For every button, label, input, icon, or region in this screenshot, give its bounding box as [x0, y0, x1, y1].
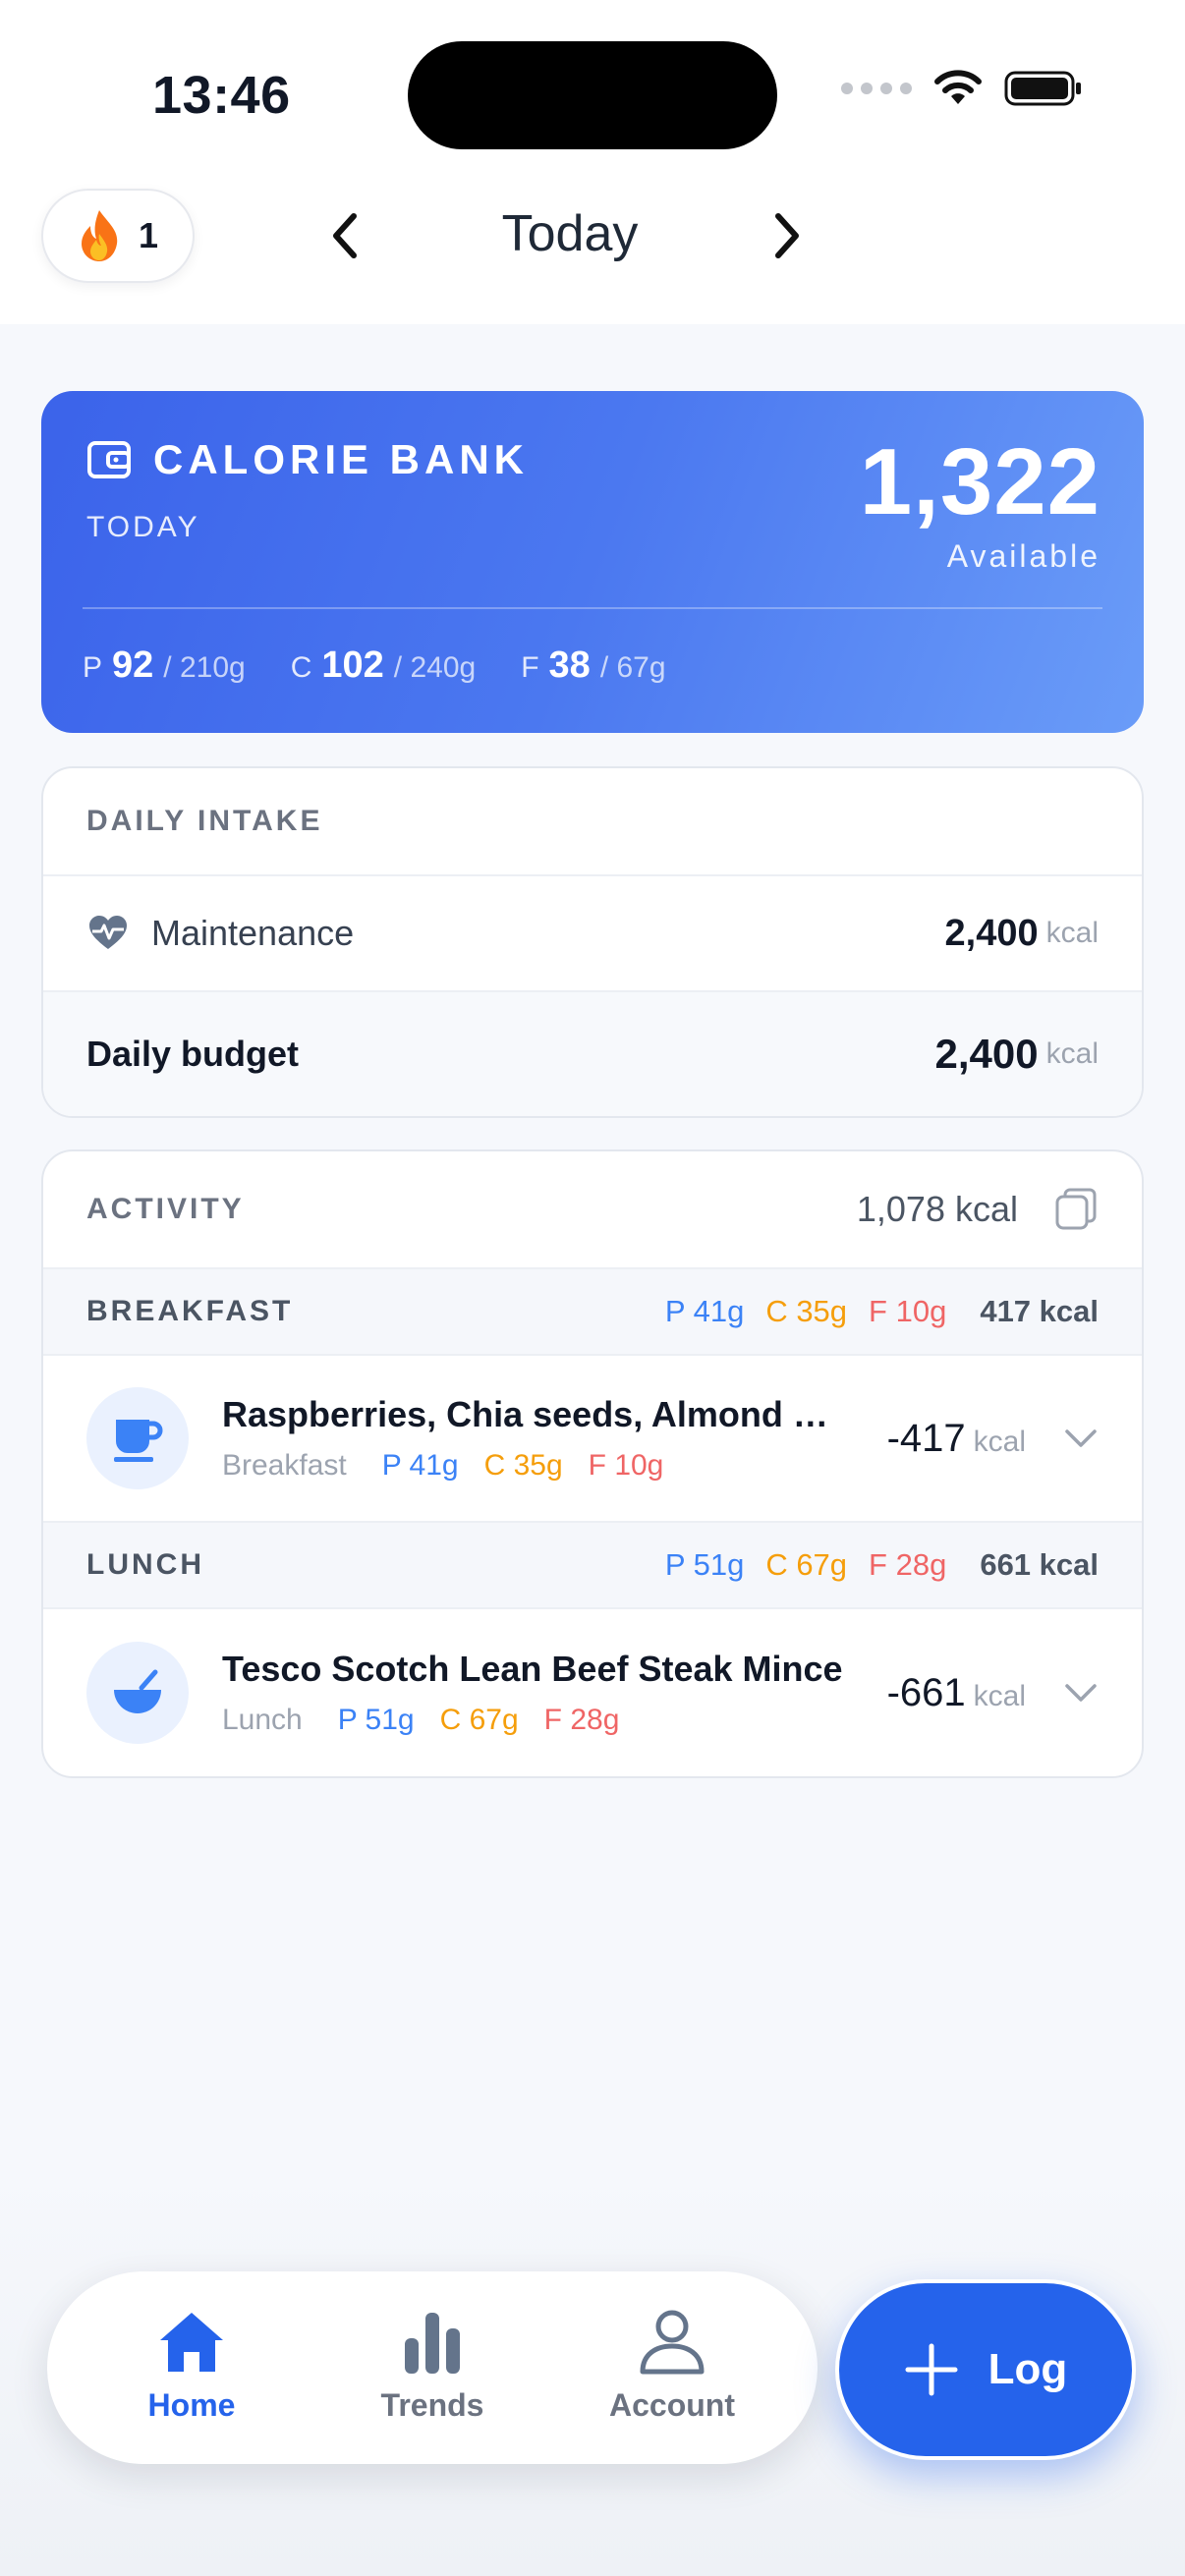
- budget-value: 2,400: [934, 1031, 1039, 1077]
- status-icons: [841, 69, 1083, 108]
- macro-value: 92: [112, 644, 154, 686]
- log-button[interactable]: Log: [835, 2279, 1136, 2460]
- plus-icon: [905, 2343, 958, 2396]
- flame-icon: [81, 210, 118, 261]
- heart-pulse-icon: [89, 916, 127, 949]
- bank-macro-fat: F 38 / 67g: [521, 644, 665, 687]
- daily-budget-row: Daily budget 2,400 kcal: [43, 992, 1142, 1116]
- cup-icon: [86, 1387, 189, 1489]
- tab-home-label: Home: [147, 2387, 236, 2423]
- bank-subtitle: TODAY: [86, 511, 200, 543]
- section-name: LUNCH: [86, 1548, 204, 1581]
- person-icon: [640, 2310, 705, 2375]
- food-meal: Breakfast: [222, 1449, 347, 1482]
- log-label: Log: [988, 2345, 1068, 2393]
- breakfast-section-header: BREAKFAST P 41g C 35g F 10g 417 kcal: [43, 1269, 1142, 1356]
- chevron-down-icon[interactable]: [1063, 1681, 1099, 1705]
- budget-label: Daily budget: [86, 1034, 300, 1074]
- maintenance-row[interactable]: Maintenance 2,400 kcal: [43, 876, 1142, 992]
- macro-value: 38: [548, 644, 591, 686]
- food-fat: F 28g: [543, 1704, 620, 1736]
- home-icon: [160, 2313, 223, 2372]
- food-name: Raspberries, Chia seeds, Almond milk, Pr…: [222, 1394, 851, 1434]
- chevron-right-icon: [775, 213, 799, 258]
- lunch-section-header: LUNCH P 51g C 67g F 28g 661 kcal: [43, 1523, 1142, 1609]
- copy-icon[interactable]: [1053, 1187, 1099, 1232]
- bar-chart-icon: [405, 2313, 460, 2374]
- food-protein: P 41g: [381, 1449, 459, 1482]
- streak-count: 1: [138, 215, 159, 255]
- section-kcal: 661 kcal: [980, 1547, 1099, 1582]
- battery-icon: [1004, 71, 1081, 106]
- wifi-icon: [934, 70, 982, 104]
- section-fat: F 10g: [869, 1294, 947, 1328]
- macro-target: / 210g: [163, 651, 246, 684]
- bowl-icon: [86, 1642, 189, 1744]
- tab-home[interactable]: Home: [103, 2309, 280, 2424]
- dynamic-island: [408, 41, 777, 149]
- bank-macro-protein: P 92 / 210g: [83, 644, 246, 687]
- section-macros: P 51g C 67g F 28g: [665, 1547, 946, 1583]
- tab-trends-label: Trends: [380, 2387, 484, 2423]
- bank-macros: P 92 / 210g C 102 / 240g F 38 / 67g: [83, 644, 666, 687]
- section-fat: F 28g: [869, 1547, 947, 1582]
- bank-divider: [83, 607, 1102, 609]
- macro-target: / 240g: [393, 651, 477, 684]
- maintenance-unit: kcal: [1045, 917, 1099, 949]
- maintenance-value: 2,400: [944, 912, 1039, 954]
- next-day-button[interactable]: [757, 206, 816, 265]
- macro-target: / 67g: [599, 651, 666, 684]
- intake-header: DAILY INTAKE: [43, 768, 1142, 876]
- budget-unit: kcal: [1045, 1037, 1099, 1070]
- macro-letter: P: [83, 651, 103, 684]
- daily-intake-card: DAILY INTAKE Maintenance 2,400 kcal Dail…: [41, 766, 1144, 1118]
- section-kcal: 417 kcal: [980, 1294, 1099, 1328]
- activity-total: 1,078 kcal: [856, 1189, 1018, 1229]
- signal-icon: [841, 83, 912, 94]
- section-protein: P 41g: [664, 1294, 745, 1328]
- top-bar: 13:46 1 Today: [0, 0, 1185, 324]
- activity-header: ACTIVITY 1,078 kcal: [43, 1151, 1142, 1269]
- tab-trends[interactable]: Trends: [344, 2309, 521, 2424]
- food-entry-lunch[interactable]: Tesco Scotch Lean Beef Steak Mince Lunch…: [43, 1609, 1142, 1776]
- food-kcal: -661: [886, 1670, 966, 1714]
- streak-badge[interactable]: 1: [41, 189, 195, 283]
- chevron-left-icon: [333, 213, 357, 258]
- chevron-down-icon[interactable]: [1063, 1427, 1099, 1450]
- food-kcal-unit: kcal: [973, 1425, 1026, 1458]
- date-title: Today: [501, 205, 639, 262]
- section-carbs: C 67g: [765, 1547, 848, 1582]
- status-time: 13:46: [152, 66, 291, 125]
- available-calories: 1,322: [859, 429, 1100, 534]
- previous-day-button[interactable]: [316, 206, 375, 265]
- bank-title: CALORIE BANK: [153, 436, 529, 482]
- section-carbs: C 35g: [765, 1294, 848, 1328]
- bank-title-row: CALORIE BANK: [86, 436, 529, 483]
- food-meal: Lunch: [222, 1704, 303, 1736]
- activity-label: ACTIVITY: [86, 1193, 245, 1225]
- food-kcal-unit: kcal: [973, 1679, 1026, 1712]
- food-protein: P 51g: [337, 1704, 415, 1736]
- food-fat: F 10g: [588, 1449, 664, 1482]
- wallet-icon: [87, 441, 131, 478]
- activity-card: ACTIVITY 1,078 kcal BREAKFAST P 41g C 35…: [41, 1149, 1144, 1778]
- food-carbs: C 35g: [483, 1449, 563, 1482]
- section-macros: P 41g C 35g F 10g: [665, 1294, 946, 1329]
- section-name: BREAKFAST: [86, 1295, 294, 1327]
- food-carbs: C 67g: [439, 1704, 519, 1736]
- maintenance-label: Maintenance: [151, 913, 355, 953]
- calorie-bank-card[interactable]: CALORIE BANK TODAY 1,322 Available P 92 …: [41, 391, 1144, 733]
- macro-letter: C: [290, 651, 312, 684]
- food-entry-breakfast[interactable]: Raspberries, Chia seeds, Almond milk, Pr…: [43, 1356, 1142, 1523]
- food-name: Tesco Scotch Lean Beef Steak Mince: [222, 1649, 843, 1689]
- food-kcal: -417: [886, 1416, 966, 1460]
- tab-account[interactable]: Account: [584, 2309, 761, 2424]
- tab-account-label: Account: [609, 2387, 735, 2423]
- bank-macro-carbs: C 102 / 240g: [291, 644, 477, 687]
- section-protein: P 51g: [664, 1547, 745, 1582]
- macro-value: 102: [321, 644, 384, 686]
- tab-bar: Home Trends Account: [47, 2271, 818, 2464]
- available-label: Available: [946, 538, 1100, 574]
- macro-letter: F: [521, 651, 539, 684]
